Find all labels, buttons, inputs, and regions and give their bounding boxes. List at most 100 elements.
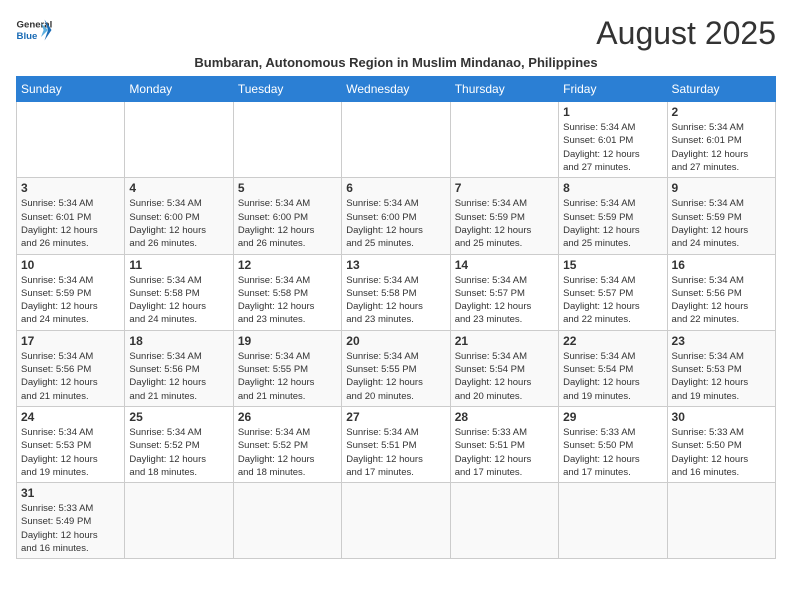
day-number: 23 [672, 334, 771, 348]
calendar-cell: 14Sunrise: 5:34 AM Sunset: 5:57 PM Dayli… [450, 254, 558, 330]
calendar-cell: 17 Sunrise: 5:34 AM Sunset: 5:56 PM Dayli… [17, 330, 125, 406]
day-info: Sunrise: 5:34 AM Sunset: 5:54 PM Dayligh… [455, 350, 554, 403]
weekday-tuesday: Tuesday [233, 77, 341, 102]
day-number: 31 [21, 486, 120, 500]
day-info: Sunrise: 5:34 AM Sunset: 5:55 PM Dayligh… [346, 350, 445, 403]
calendar-cell: 20 Sunrise: 5:34 AM Sunset: 5:55 PM Dayli… [342, 330, 450, 406]
day-info: Sunrise: 5:34 AM Sunset: 5:59 PM Dayligh… [672, 197, 771, 250]
day-info: Sunrise: 5:34 AM Sunset: 6:01 PM Dayligh… [672, 121, 771, 174]
calendar-cell: 27 Sunrise: 5:34 AM Sunset: 5:51 PM Dayli… [342, 406, 450, 482]
calendar-cell: 29 Sunrise: 5:33 AM Sunset: 5:50 PM Dayli… [559, 406, 667, 482]
day-info: Sunrise: 5:33 AM Sunset: 5:49 PM Dayligh… [21, 502, 120, 555]
day-number: 12 [238, 258, 337, 272]
calendar-cell [233, 483, 341, 559]
header: General Blue August 2025 [16, 16, 776, 51]
calendar-cell: 30 Sunrise: 5:33 AM Sunset: 5:50 PM Dayli… [667, 406, 775, 482]
logo: General Blue [16, 16, 52, 44]
calendar-cell: 10Sunrise: 5:34 AM Sunset: 5:59 PM Dayli… [17, 254, 125, 330]
calendar-cell: 25Sunrise: 5:34 AM Sunset: 5:52 PM Dayli… [125, 406, 233, 482]
calendar-cell: 19 Sunrise: 5:34 AM Sunset: 5:55 PM Dayli… [233, 330, 341, 406]
calendar-cell [233, 102, 341, 178]
day-number: 15 [563, 258, 662, 272]
calendar-cell: 28 Sunrise: 5:33 AM Sunset: 5:51 PM Dayli… [450, 406, 558, 482]
day-number: 17 [21, 334, 120, 348]
calendar-cell: 3Sunrise: 5:34 AM Sunset: 6:01 PM Daylig… [17, 178, 125, 254]
day-info: Sunrise: 5:34 AM Sunset: 6:00 PM Dayligh… [129, 197, 228, 250]
calendar-body: 1 Sunrise: 5:34 AM Sunset: 6:01 PM Daylig… [17, 102, 776, 559]
day-info: Sunrise: 5:34 AM Sunset: 5:58 PM Dayligh… [238, 274, 337, 327]
day-info: Sunrise: 5:34 AM Sunset: 5:56 PM Dayligh… [672, 274, 771, 327]
calendar-cell [667, 483, 775, 559]
day-info: Sunrise: 5:34 AM Sunset: 5:52 PM Dayligh… [129, 426, 228, 479]
day-number: 14 [455, 258, 554, 272]
calendar-cell [125, 102, 233, 178]
day-number: 7 [455, 181, 554, 195]
calendar-week-4: 24Sunrise: 5:34 AM Sunset: 5:53 PM Dayli… [17, 406, 776, 482]
calendar-cell [342, 102, 450, 178]
day-number: 13 [346, 258, 445, 272]
day-info: Sunrise: 5:34 AM Sunset: 5:56 PM Dayligh… [129, 350, 228, 403]
day-info: Sunrise: 5:34 AM Sunset: 5:51 PM Dayligh… [346, 426, 445, 479]
calendar-cell: 22 Sunrise: 5:34 AM Sunset: 5:54 PM Dayli… [559, 330, 667, 406]
calendar-week-0: 1 Sunrise: 5:34 AM Sunset: 6:01 PM Daylig… [17, 102, 776, 178]
day-info: Sunrise: 5:34 AM Sunset: 5:53 PM Dayligh… [672, 350, 771, 403]
subtitle: Bumbaran, Autonomous Region in Muslim Mi… [16, 55, 776, 70]
day-number: 22 [563, 334, 662, 348]
day-info: Sunrise: 5:33 AM Sunset: 5:50 PM Dayligh… [672, 426, 771, 479]
calendar-cell: 26 Sunrise: 5:34 AM Sunset: 5:52 PM Dayli… [233, 406, 341, 482]
calendar-cell [17, 102, 125, 178]
day-number: 16 [672, 258, 771, 272]
calendar-cell: 23 Sunrise: 5:34 AM Sunset: 5:53 PM Dayli… [667, 330, 775, 406]
calendar-cell [559, 483, 667, 559]
day-info: Sunrise: 5:34 AM Sunset: 5:58 PM Dayligh… [129, 274, 228, 327]
weekday-thursday: Thursday [450, 77, 558, 102]
day-number: 18 [129, 334, 228, 348]
day-info: Sunrise: 5:34 AM Sunset: 6:01 PM Dayligh… [563, 121, 662, 174]
weekday-wednesday: Wednesday [342, 77, 450, 102]
day-number: 5 [238, 181, 337, 195]
day-number: 27 [346, 410, 445, 424]
month-year-title: August 2025 [596, 16, 776, 51]
day-info: Sunrise: 5:33 AM Sunset: 5:50 PM Dayligh… [563, 426, 662, 479]
calendar-cell: 15Sunrise: 5:34 AM Sunset: 5:57 PM Dayli… [559, 254, 667, 330]
day-number: 20 [346, 334, 445, 348]
day-number: 24 [21, 410, 120, 424]
weekday-friday: Friday [559, 77, 667, 102]
day-info: Sunrise: 5:34 AM Sunset: 5:54 PM Dayligh… [563, 350, 662, 403]
calendar-cell: 11Sunrise: 5:34 AM Sunset: 5:58 PM Dayli… [125, 254, 233, 330]
calendar-cell [450, 483, 558, 559]
day-info: Sunrise: 5:34 AM Sunset: 5:56 PM Dayligh… [21, 350, 120, 403]
day-number: 1 [563, 105, 662, 119]
svg-text:Blue: Blue [17, 31, 38, 42]
calendar-cell: 24Sunrise: 5:34 AM Sunset: 5:53 PM Dayli… [17, 406, 125, 482]
calendar-cell [450, 102, 558, 178]
calendar-cell: 6Sunrise: 5:34 AM Sunset: 6:00 PM Daylig… [342, 178, 450, 254]
day-info: Sunrise: 5:33 AM Sunset: 5:51 PM Dayligh… [455, 426, 554, 479]
calendar-week-2: 10Sunrise: 5:34 AM Sunset: 5:59 PM Dayli… [17, 254, 776, 330]
day-number: 26 [238, 410, 337, 424]
day-number: 6 [346, 181, 445, 195]
day-number: 28 [455, 410, 554, 424]
calendar-cell: 1 Sunrise: 5:34 AM Sunset: 6:01 PM Daylig… [559, 102, 667, 178]
calendar-cell: 12 Sunrise: 5:34 AM Sunset: 5:58 PM Dayli… [233, 254, 341, 330]
weekday-row: SundayMondayTuesdayWednesdayThursdayFrid… [17, 77, 776, 102]
day-number: 9 [672, 181, 771, 195]
calendar-cell [342, 483, 450, 559]
day-number: 29 [563, 410, 662, 424]
weekday-saturday: Saturday [667, 77, 775, 102]
day-number: 30 [672, 410, 771, 424]
calendar-cell: 5Sunrise: 5:34 AM Sunset: 6:00 PM Daylig… [233, 178, 341, 254]
logo-icon: General Blue [16, 16, 52, 44]
calendar-cell: 8Sunrise: 5:34 AM Sunset: 5:59 PM Daylig… [559, 178, 667, 254]
calendar-cell: 18 Sunrise: 5:34 AM Sunset: 5:56 PM Dayli… [125, 330, 233, 406]
day-number: 2 [672, 105, 771, 119]
day-info: Sunrise: 5:34 AM Sunset: 5:55 PM Dayligh… [238, 350, 337, 403]
calendar-week-3: 17 Sunrise: 5:34 AM Sunset: 5:56 PM Dayli… [17, 330, 776, 406]
day-number: 19 [238, 334, 337, 348]
weekday-monday: Monday [125, 77, 233, 102]
calendar-header: SundayMondayTuesdayWednesdayThursdayFrid… [17, 77, 776, 102]
day-info: Sunrise: 5:34 AM Sunset: 5:52 PM Dayligh… [238, 426, 337, 479]
calendar-week-1: 3Sunrise: 5:34 AM Sunset: 6:01 PM Daylig… [17, 178, 776, 254]
day-number: 3 [21, 181, 120, 195]
calendar-cell: 31 Sunrise: 5:33 AM Sunset: 5:49 PM Dayli… [17, 483, 125, 559]
